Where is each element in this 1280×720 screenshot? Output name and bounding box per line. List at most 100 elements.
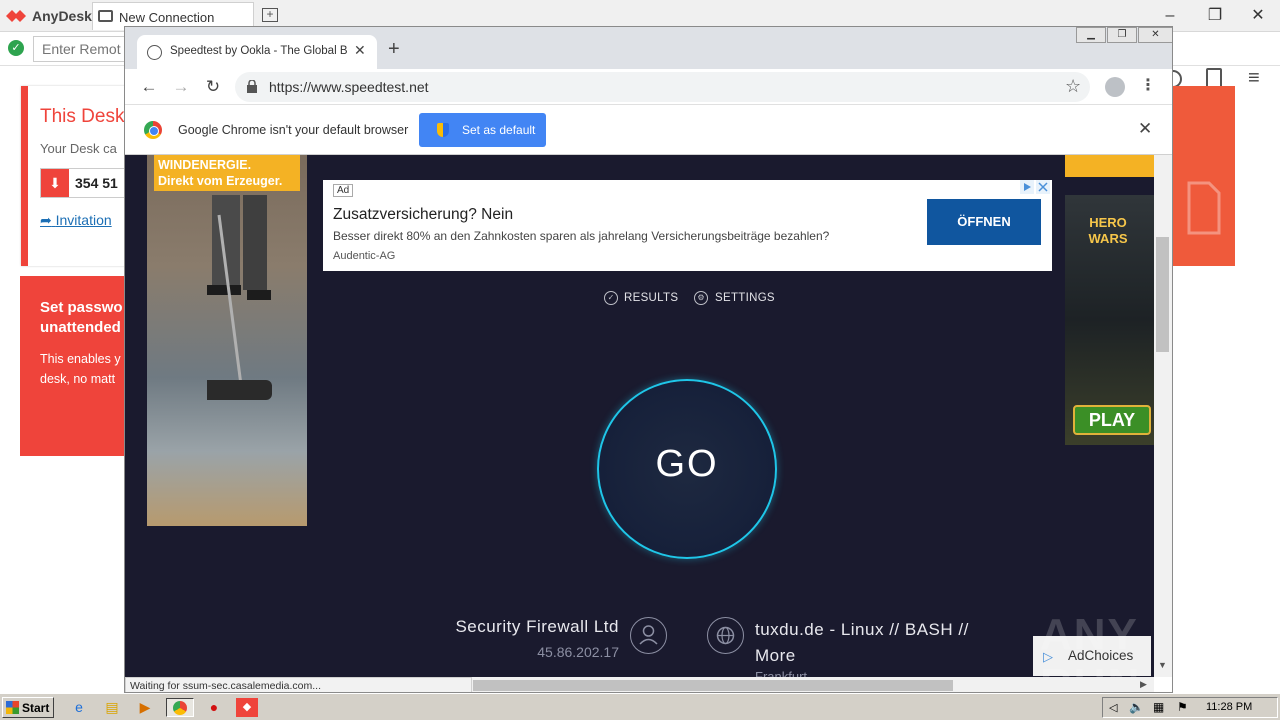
windenergie-banner-ad[interactable]: WINDENERGIE. Direkt vom Erzeuger.: [147, 155, 307, 526]
taskbar: Start e ▤ ▶ ● ◆ ◁ 🔈 ▦ ⚑ 11:28 PM: [0, 693, 1280, 720]
go-button[interactable]: GO: [597, 379, 777, 559]
card-title: Set passwo unattended: [40, 298, 123, 338]
logo-line: HERO: [1089, 215, 1127, 230]
vertical-scrollbar[interactable]: ▼: [1154, 155, 1172, 677]
isp-ip-address: 45.86.202.17: [537, 644, 619, 660]
status-bubble: Waiting for ssum-sec.casalemedia.com...: [125, 677, 472, 692]
settings-gear-icon: ⚙: [694, 291, 708, 305]
isp-name: Security Firewall Ltd: [455, 617, 619, 636]
share-arrow-icon: ➦: [40, 212, 52, 228]
banner-headline: WINDENERGIE. Direkt vom Erzeuger.: [154, 155, 300, 191]
anydesk-taskbar-icon[interactable]: ◆: [236, 698, 258, 717]
play-button[interactable]: PLAY: [1073, 405, 1151, 435]
results-link[interactable]: RESULTS: [624, 292, 678, 304]
card-text-line: This enables y: [40, 352, 121, 366]
banner-line: WINDENERGIE.: [158, 158, 252, 172]
hero-wars-logo: HERO WARS: [1075, 215, 1141, 261]
default-browser-infobar: Google Chrome isn't your default browser…: [125, 105, 1172, 155]
chrome-tabbar: Speedtest by Ookla - The Global Bro ✕ + …: [125, 27, 1172, 69]
chrome-menu-icon[interactable]: ⋮: [1140, 75, 1156, 95]
chrome-window: Speedtest by Ookla - The Global Bro ✕ + …: [124, 26, 1173, 693]
download-icon[interactable]: [1206, 68, 1222, 88]
close-button[interactable]: ✕: [1248, 6, 1268, 26]
ad-advertiser: Audentic-AG: [333, 250, 396, 262]
server-location: Frankfurt: [755, 669, 808, 677]
clock: 11:28 PM: [1206, 701, 1253, 713]
user-icon: [630, 617, 667, 654]
vacuum-cleaner-image-icon: [207, 195, 272, 400]
card-subtitle: Your Desk ca: [40, 141, 117, 156]
scroll-right-arrow-icon[interactable]: ▶: [1140, 679, 1147, 690]
url-text: https://www.speedtest.net: [269, 79, 429, 95]
results-check-icon: ✓: [604, 291, 618, 305]
network-icon[interactable]: ▦: [1153, 700, 1164, 714]
chrome-taskbar-icon[interactable]: [166, 698, 194, 717]
invitation-label: Invitation: [55, 212, 112, 228]
minimize-button[interactable]: –: [1160, 6, 1180, 26]
system-tray: ◁ 🔈 ▦ ⚑ 11:28 PM: [1102, 697, 1278, 718]
anydesk-id-icon: ⬇: [41, 169, 69, 197]
tab-speedtest[interactable]: Speedtest by Ookla - The Global Bro ✕: [137, 35, 377, 69]
vertical-scrollbar-thumb[interactable]: [1156, 237, 1169, 352]
uac-shield-icon: [437, 123, 449, 137]
start-button[interactable]: Start: [2, 697, 54, 718]
this-desk-card: This Desk Your Desk ca ⬇ 354 51 ➦ Invita…: [21, 86, 150, 266]
desk-id-number: 354 51: [75, 175, 118, 191]
windows-logo-icon: [6, 701, 19, 714]
chrome-toolbar: ← → ↻ https://www.speedtest.net ☆ ⋮: [125, 69, 1172, 105]
banner-line: Direkt vom Erzeuger.: [158, 174, 283, 188]
close-infobar-icon[interactable]: ✕: [1138, 119, 1152, 139]
maximize-button[interactable]: ❐: [1205, 6, 1225, 26]
close-window-button[interactable]: ✕: [1138, 27, 1172, 43]
anydesk-right-card: [1170, 86, 1235, 266]
ad-badge: Ad: [333, 184, 354, 197]
go-label: GO: [655, 443, 719, 485]
media-player-icon[interactable]: ▶: [134, 698, 156, 717]
volume-icon[interactable]: 🔈: [1129, 700, 1144, 714]
ad-open-button[interactable]: ÖFFNEN: [927, 199, 1041, 245]
new-tab-button[interactable]: +: [388, 39, 400, 59]
tray-chevron-icon[interactable]: ◁: [1109, 701, 1117, 714]
set-password-card[interactable]: Set passwo unattended This enables y des…: [20, 276, 132, 456]
close-tab-icon[interactable]: ✕: [354, 42, 366, 59]
menu-icon[interactable]: ≡: [1248, 68, 1260, 88]
reload-button[interactable]: ↻: [202, 76, 224, 98]
back-button[interactable]: ←: [138, 76, 160, 98]
invitation-link[interactable]: ➦ Invitation: [40, 212, 112, 229]
file-explorer-icon[interactable]: ▤: [101, 698, 123, 717]
lock-icon: [247, 80, 257, 93]
anydesk-logo-icon: [6, 10, 26, 22]
flag-icon[interactable]: ⚑: [1177, 700, 1188, 714]
scroll-down-arrow-icon[interactable]: ▼: [1158, 660, 1167, 670]
settings-link[interactable]: SETTINGS: [715, 292, 775, 304]
card-text-line: desk, no matt: [40, 372, 116, 386]
profile-avatar-icon[interactable]: [1105, 77, 1125, 97]
connection-status-icon: ✓: [8, 40, 24, 56]
add-tab-button[interactable]: +: [262, 8, 278, 22]
set-as-default-button[interactable]: Set as default: [419, 113, 546, 147]
chrome-logo-icon: [144, 121, 162, 139]
logo-line: WARS: [1088, 231, 1128, 246]
card-title-line: Set passwo: [40, 299, 123, 316]
opera-icon[interactable]: ●: [203, 698, 225, 717]
forward-button[interactable]: →: [170, 76, 192, 98]
address-bar[interactable]: https://www.speedtest.net ☆: [235, 72, 1090, 102]
bookmark-star-icon[interactable]: ☆: [1065, 76, 1081, 97]
tab-title: Speedtest by Ookla - The Global Bro: [170, 45, 348, 57]
card-description: This enables y desk, no matt: [40, 349, 121, 389]
internet-explorer-icon[interactable]: e: [68, 698, 90, 717]
text-ad-unit[interactable]: Ad Zusatzversicherung? Nein Besser direk…: [323, 180, 1052, 271]
ad-description: Besser direkt 80% an den Zahnkosten spar…: [333, 229, 830, 243]
minimize-button[interactable]: ▁: [1076, 27, 1106, 43]
ad-choices-icon[interactable]: [1020, 180, 1050, 194]
anydesk-app-title: AnyDesk: [32, 8, 92, 24]
server-name-link[interactable]: tuxdu.de - Linux // BASH // More: [755, 617, 985, 669]
speedtest-favicon-icon: [147, 45, 162, 60]
hero-wars-banner-ad[interactable]: HERO WARS PLAY: [1065, 195, 1154, 445]
infobar-message: Google Chrome isn't your default browser: [178, 123, 409, 137]
horizontal-scrollbar-thumb[interactable]: [473, 680, 953, 691]
tab-label: New Connection: [119, 10, 215, 25]
anyrun-watermark: ANY RUN: [1040, 610, 1139, 677]
restore-button[interactable]: ❐: [1107, 27, 1137, 43]
ad-title[interactable]: Zusatzversicherung? Nein: [333, 206, 513, 224]
